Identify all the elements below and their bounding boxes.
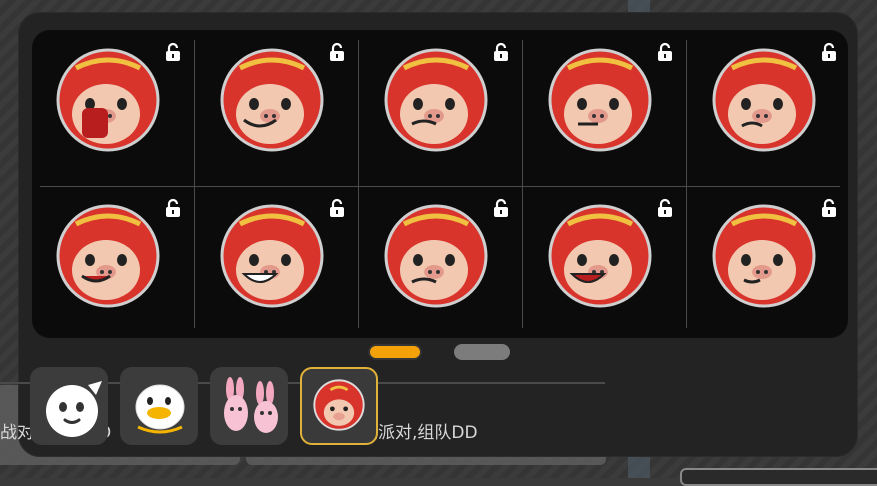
lock-icon [820, 42, 838, 62]
emoji-cell-gun-pig[interactable] [524, 34, 688, 190]
bottom-frame [680, 468, 877, 486]
emoji-cell-shocked-pig[interactable] [32, 34, 196, 190]
emoji-cell-heart-eyes-pig[interactable] [196, 34, 360, 190]
bunny-sticker-icon [224, 377, 278, 433]
page-dot-2[interactable] [454, 344, 510, 360]
lock-icon [328, 198, 346, 218]
pig-sticker-icon [313, 379, 365, 431]
lock-icon [492, 42, 510, 62]
duck-sticker-icon [135, 384, 185, 434]
emoji-cell-laughing-pig[interactable] [524, 190, 688, 346]
lock-icon [656, 198, 674, 218]
lock-icon [820, 198, 838, 218]
emoji-grid [32, 30, 848, 338]
emoji-cell-smirk-pig[interactable] [32, 190, 196, 346]
bunny-tab[interactable] [210, 367, 288, 445]
emoji-cell-crying-flowers-pig[interactable] [360, 34, 524, 190]
lock-icon [328, 42, 346, 62]
custom-face-icon [46, 381, 102, 437]
emoji-cell-peace-sign-pig[interactable] [196, 190, 360, 346]
lock-icon [164, 42, 182, 62]
duck-tab[interactable] [120, 367, 198, 445]
lock-icon [492, 198, 510, 218]
emoji-cell-confused-pig[interactable] [688, 34, 852, 190]
pig-tab[interactable] [300, 367, 378, 445]
page-dot-1[interactable] [368, 344, 422, 360]
emoji-cell-sad-pig[interactable] [360, 190, 524, 346]
emoji-cell-tied-up-pig[interactable] [688, 190, 852, 346]
custom-face-tab[interactable] [30, 367, 108, 445]
lock-icon [164, 198, 182, 218]
lock-icon [656, 42, 674, 62]
